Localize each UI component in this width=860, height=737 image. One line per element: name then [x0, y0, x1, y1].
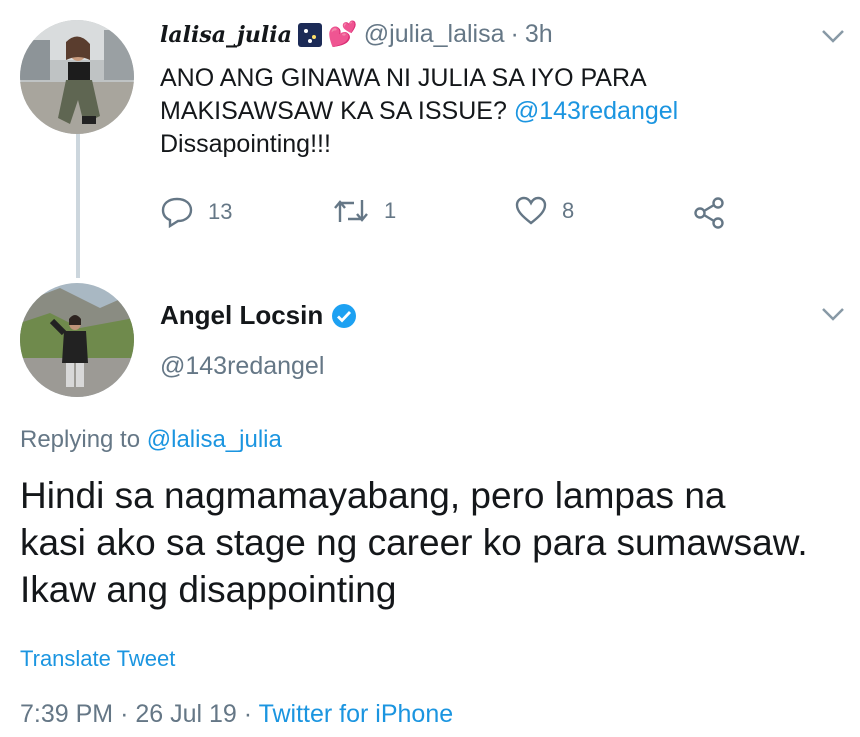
reply-button[interactable]: 13 — [160, 196, 232, 228]
reply-tweet-body: ANO ANG GINAWA NI JULIA SA IYO PARA MAKI… — [160, 62, 800, 161]
reply-count: 13 — [208, 199, 233, 224]
meta-separator: · — [120, 700, 129, 728]
main-author-handle[interactable]: @143redangel — [160, 352, 324, 381]
tweet-meta: 7:39 PM · 26 Jul 19 · Twitter for iPhone — [20, 700, 453, 729]
retweet-count: 1 — [384, 198, 397, 223]
thread-connector-line — [76, 128, 80, 278]
meta-separator: · — [243, 700, 253, 728]
replying-to-line: Replying to @lalisa_julia — [20, 426, 282, 454]
reply-author-handle[interactable]: @julia_lalisa — [364, 20, 505, 49]
main-author-name[interactable]: Angel Locsin — [160, 300, 323, 331]
meta-separator: · — [510, 20, 519, 48]
reply-timestamp[interactable]: 3h — [525, 20, 553, 49]
share-icon — [694, 197, 724, 229]
reply-icon — [161, 197, 193, 228]
main-text-line: Hindi sa nagmamayabang, pero lampas na — [20, 475, 726, 516]
mention-link[interactable]: @143redangel — [514, 97, 678, 125]
main-tweet-text: Hindi sa nagmamayabang, pero lampas na k… — [20, 472, 850, 613]
chevron-down-icon[interactable] — [820, 28, 846, 44]
replying-prefix: Replying to — [20, 426, 141, 453]
reply-tweet-header: lalisa_julia 💕 @julia_lalisa · 3h — [160, 20, 553, 49]
like-button[interactable]: 8 — [514, 196, 574, 226]
heart-emoji-icon: 💕 — [327, 21, 358, 48]
like-count: 8 — [562, 198, 575, 223]
replying-to-handle[interactable]: @lalisa_julia — [147, 426, 282, 453]
tweet-time[interactable]: 7:39 PM — [20, 700, 113, 728]
reply-body-line: Dissapointing!!! — [160, 130, 331, 158]
share-button[interactable] — [692, 196, 726, 230]
chevron-down-icon[interactable] — [820, 306, 846, 322]
reply-body-line: MAKISAWSAW KA SA ISSUE? @143redangel — [160, 95, 800, 128]
verified-badge-icon — [332, 303, 357, 328]
like-icon — [515, 196, 547, 225]
reply-author-name[interactable]: lalisa_julia — [160, 22, 292, 48]
tweet-source-link[interactable]: Twitter for iPhone — [259, 700, 454, 728]
reply-body-line: ANO ANG GINAWA NI JULIA SA IYO PARA — [160, 64, 647, 92]
reply-body-text: MAKISAWSAW KA SA ISSUE? — [160, 97, 507, 125]
avatar-angel-locsin[interactable] — [20, 283, 134, 397]
main-author-name-row: Angel Locsin — [160, 300, 357, 331]
sparkle-emoji-icon — [297, 22, 322, 47]
retweet-button[interactable]: 1 — [332, 196, 396, 226]
avatar-lalisa-julia[interactable] — [20, 20, 134, 134]
main-text-line: kasi ako sa stage ng career ko para suma… — [20, 522, 808, 563]
reply-tweet-actions: 13 1 8 — [160, 196, 740, 232]
tweet-date[interactable]: 26 Jul 19 — [135, 700, 236, 728]
retweet-icon — [334, 200, 368, 222]
translate-tweet-link[interactable]: Translate Tweet — [20, 646, 175, 672]
main-text-line: Ikaw ang disappointing — [20, 569, 397, 610]
